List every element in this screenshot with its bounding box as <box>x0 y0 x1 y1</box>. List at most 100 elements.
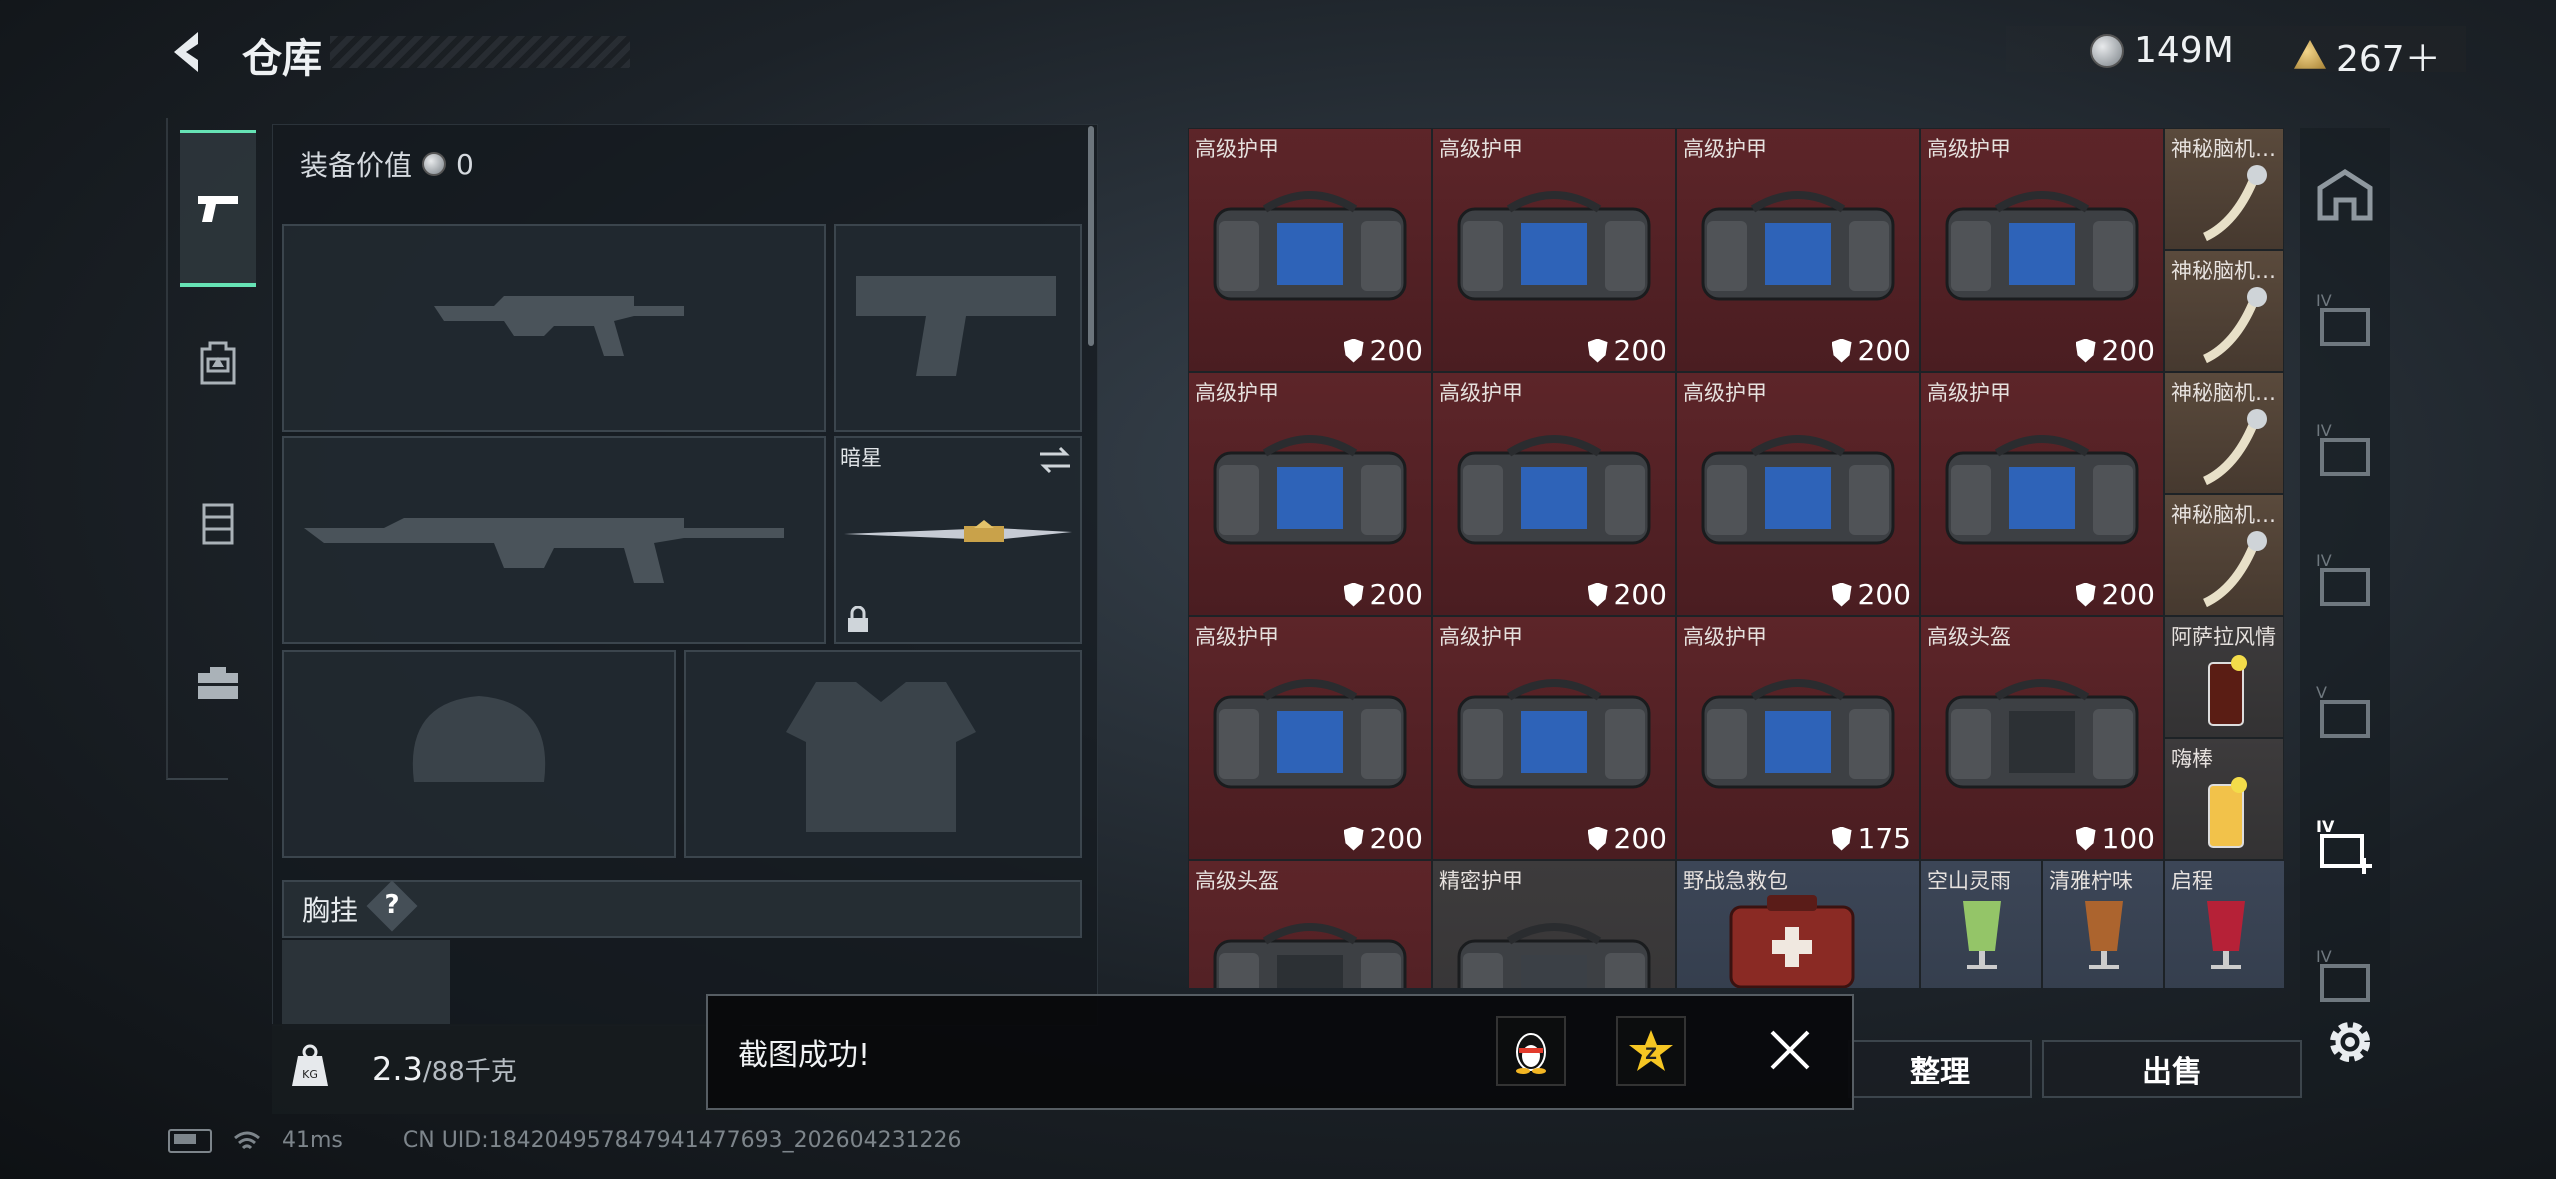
shield-icon <box>1831 826 1852 851</box>
tab-vest[interactable] <box>180 448 256 598</box>
helmet-icon <box>412 696 546 782</box>
inventory-item[interactable]: 神秘脑机… <box>2164 250 2284 372</box>
inventory-item[interactable]: 启程体能强化剂 <box>2164 860 2284 988</box>
gear-icon[interactable] <box>2322 1014 2378 1070</box>
inventory-item[interactable]: 神秘脑机… <box>2164 494 2284 616</box>
share-qzone-button[interactable]: Z <box>1616 1016 1686 1086</box>
inventory-item[interactable]: 高级护甲 200 <box>1676 372 1920 616</box>
container-v-icon[interactable]: V <box>2314 680 2376 742</box>
star-icon: Z <box>1629 1030 1673 1071</box>
swap-icon[interactable] <box>1038 446 1072 474</box>
inventory-item[interactable]: 野战急救包+220烟幕装药 <box>1676 860 1920 988</box>
back-arrow-icon[interactable] <box>168 30 212 74</box>
durability-value: 200 <box>1613 578 1667 611</box>
melee-name: 暗星 <box>840 446 882 470</box>
inventory-item[interactable]: 清雅柠味体能强化剂 <box>2042 860 2164 988</box>
durability-value: 200 <box>1369 334 1423 367</box>
inventory-item[interactable]: 神秘脑机… <box>2164 128 2284 250</box>
chest-rig-slot[interactable] <box>282 940 450 1030</box>
tab-weapons[interactable] <box>180 130 256 287</box>
armor-bag-icon <box>1457 191 1651 301</box>
tab-briefcase[interactable] <box>180 608 256 758</box>
currency-silver[interactable]: 149M <box>2090 30 2234 71</box>
equipment-value-label: 装备价值 <box>300 149 413 182</box>
lock-icon <box>848 606 868 632</box>
inventory-item[interactable]: 神秘脑机… <box>2164 372 2284 494</box>
secondary-weapon-slot[interactable] <box>282 436 826 644</box>
uid-readout: CN UID:1842049578479414776​93_2026042312… <box>402 1128 962 1153</box>
equipment-value: 装备价值 0 <box>300 144 474 184</box>
svg-text:IV: IV <box>2316 421 2332 440</box>
container-iv-icon[interactable]: IV <box>2314 288 2376 350</box>
item-name: 高级护甲 <box>1195 381 1279 405</box>
inventory-item[interactable]: 阿萨拉风情 <box>2164 616 2284 738</box>
armor-bag-icon <box>1945 191 2139 301</box>
item-name: 神秘脑机… <box>2171 137 2276 161</box>
equipment-value-amount: 0 <box>456 147 474 181</box>
shield-icon <box>1343 826 1364 851</box>
currency-bar: 149M 267＋ <box>2006 26 2466 80</box>
inventory-item[interactable]: 高级护甲 200 <box>1188 616 1432 860</box>
inventory-item[interactable]: 高级护甲 200 <box>1920 372 2164 616</box>
inventory-item[interactable]: 高级护甲 200 <box>1432 128 1676 372</box>
inventory-item[interactable]: 高级护甲 175 <box>1676 616 1920 860</box>
inventory-item[interactable]: 精密护甲 <box>1432 860 1676 988</box>
inventory-item[interactable]: 空山灵雨体能强化剂 <box>1920 860 2042 988</box>
helmet-slot[interactable] <box>282 650 676 858</box>
inventory-item[interactable]: 高级护甲 200 <box>1188 128 1432 372</box>
inventory-item[interactable]: 高级头盔 <box>1188 860 1432 988</box>
durability-value: 200 <box>2101 578 2155 611</box>
weight-icon: KG <box>292 1044 328 1086</box>
item-name: 高级护甲 <box>1927 137 2011 161</box>
shield-icon <box>1343 338 1364 363</box>
item-name: 精密护甲 <box>1439 869 1523 893</box>
tab-backpack[interactable] <box>180 288 256 438</box>
durability-value: 200 <box>2101 334 2155 367</box>
equipment-scrollbar[interactable] <box>1088 126 1094 346</box>
weight-readout: 2.3/88千克 <box>372 1050 517 1088</box>
item-durability: 200 <box>2075 578 2155 611</box>
item-durability: 200 <box>1587 334 1667 367</box>
container-iv-icon[interactable]: IV <box>2314 418 2376 480</box>
sell-button[interactable]: 出售 <box>2042 1040 2302 1098</box>
vest-icon <box>202 503 234 545</box>
wifi-icon <box>234 1131 260 1149</box>
help-icon-label: ? <box>384 890 400 920</box>
armor-bag-icon <box>1701 191 1895 301</box>
armor-bag-icon <box>1213 435 1407 545</box>
container-iv-icon[interactable]: IV <box>2314 548 2376 610</box>
shield-icon <box>2075 582 2096 607</box>
add-container-icon[interactable]: IV <box>2314 814 2376 876</box>
inventory-item[interactable]: 高级护甲 200 <box>1432 372 1676 616</box>
backpack-icon <box>200 341 236 385</box>
close-icon[interactable] <box>1768 1028 1812 1072</box>
shield-icon <box>2075 826 2096 851</box>
item-durability: 200 <box>1587 578 1667 611</box>
currency-gold[interactable]: 267＋ <box>2294 30 2441 82</box>
inventory-item[interactable]: 高级护甲 200 <box>1920 128 2164 372</box>
storage-home-icon[interactable] <box>2314 164 2376 226</box>
item-durability: 200 <box>1587 822 1667 855</box>
gold-amount: 267＋ <box>2336 39 2441 80</box>
item-name: 高级护甲 <box>1439 137 1523 161</box>
container-iv-icon[interactable]: IV <box>2314 944 2376 1006</box>
inventory-item[interactable]: 高级护甲 200 <box>1676 128 1920 372</box>
inventory-item[interactable]: 嗨棒 <box>2164 738 2284 860</box>
item-name: 清雅柠味 <box>2049 869 2133 893</box>
armor-bag-icon <box>1213 191 1407 301</box>
primary-weapon-slot[interactable] <box>282 224 826 432</box>
sort-button[interactable]: 整理 <box>1848 1040 2032 1098</box>
durability-value: 100 <box>2101 822 2155 855</box>
inventory-item[interactable]: 高级护甲 200 <box>1432 616 1676 860</box>
sidearm-slot[interactable] <box>834 224 1082 432</box>
armor-bag-icon <box>1457 679 1651 789</box>
share-qq-button[interactable] <box>1496 1016 1566 1086</box>
inventory-item[interactable]: 高级护甲 200 <box>1188 372 1432 616</box>
drink-icon <box>2207 901 2245 969</box>
neural-chip-icon <box>2202 165 2267 242</box>
inventory-item[interactable]: 高级头盔 100 <box>1920 616 2164 860</box>
armor-slot[interactable] <box>684 650 1082 858</box>
melee-slot[interactable]: 暗星 <box>834 436 1082 644</box>
item-name: 高级护甲 <box>1683 381 1767 405</box>
svg-text:IV: IV <box>2316 947 2332 966</box>
